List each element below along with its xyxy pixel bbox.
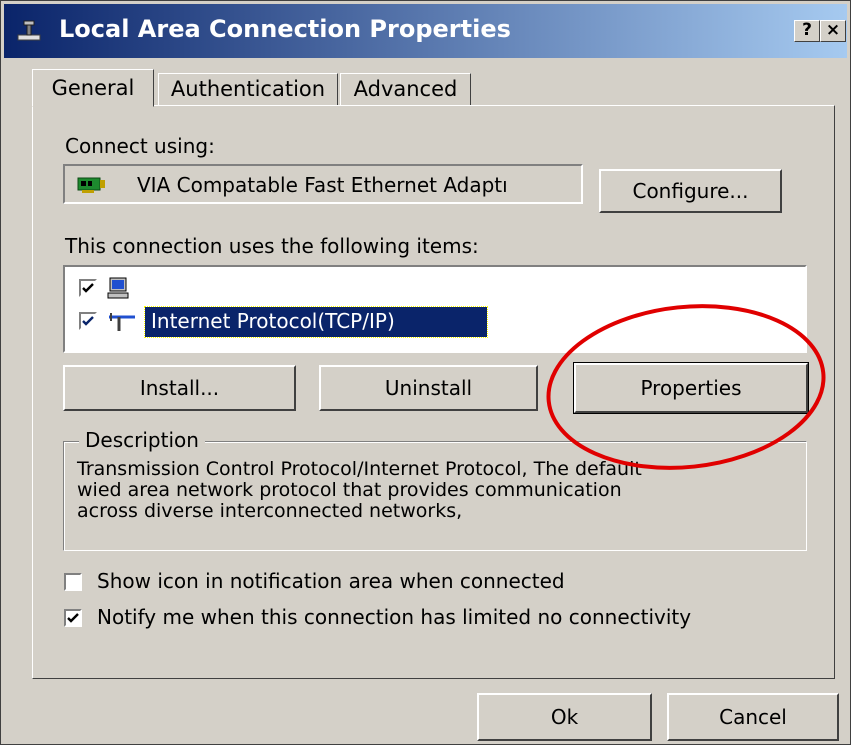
check-icon: [82, 316, 94, 326]
network-protocol-icon: [109, 313, 135, 331]
adapter-field: VIA Compatable Fast Ethernet Adaptı: [63, 164, 583, 204]
description-text-line: across diverse interconnected networks,: [77, 500, 463, 522]
notify-checkbox[interactable]: [64, 609, 82, 627]
tab-authentication[interactable]: Authentication: [158, 73, 338, 106]
show-icon-checkbox[interactable]: [64, 573, 82, 591]
list-item[interactable]: Internet Protocol(TCP/IP): [79, 306, 488, 338]
cancel-button[interactable]: Cancel: [667, 693, 839, 741]
selected-item-highlight: Internet Protocol(TCP/IP): [144, 306, 488, 338]
item-checkbox[interactable]: [79, 312, 97, 330]
network-connection-icon: [17, 20, 41, 41]
check-icon: [67, 613, 79, 623]
ok-button[interactable]: Ok: [477, 693, 652, 741]
item-checkbox[interactable]: [79, 279, 97, 297]
install-button[interactable]: Install...: [63, 365, 296, 411]
check-icon: [82, 283, 94, 293]
tab-general[interactable]: General: [32, 69, 154, 107]
network-card-icon: [77, 177, 105, 193]
tab-advanced[interactable]: Advanced: [340, 73, 471, 106]
title-bar[interactable]: Local Area Connection Properties ? ×: [4, 4, 847, 58]
item-label: Internet Protocol(TCP/IP): [151, 309, 395, 333]
connect-using-label: Connect using:: [65, 134, 215, 158]
help-button[interactable]: ?: [794, 20, 820, 42]
annotation-ellipse: [546, 304, 826, 470]
description-legend: Description: [79, 428, 205, 452]
items-label: This connection uses the following items…: [65, 234, 479, 258]
description-text-line: wied area network protocol that provides…: [77, 479, 622, 501]
list-item[interactable]: [79, 277, 159, 301]
uninstall-button[interactable]: Uninstall: [319, 365, 538, 411]
configure-button[interactable]: Configure...: [599, 169, 782, 213]
close-button[interactable]: ×: [820, 20, 846, 42]
adapter-name: VIA Compatable Fast Ethernet Adaptı: [137, 173, 508, 197]
notify-label[interactable]: Notify me when this connection has limit…: [97, 605, 691, 629]
show-icon-label[interactable]: Show icon in notification area when conn…: [97, 569, 565, 593]
properties-dialog: Local Area Connection Properties ? × Gen…: [0, 0, 851, 745]
computer-icon: [107, 277, 129, 299]
window-title: Local Area Connection Properties: [59, 15, 511, 43]
